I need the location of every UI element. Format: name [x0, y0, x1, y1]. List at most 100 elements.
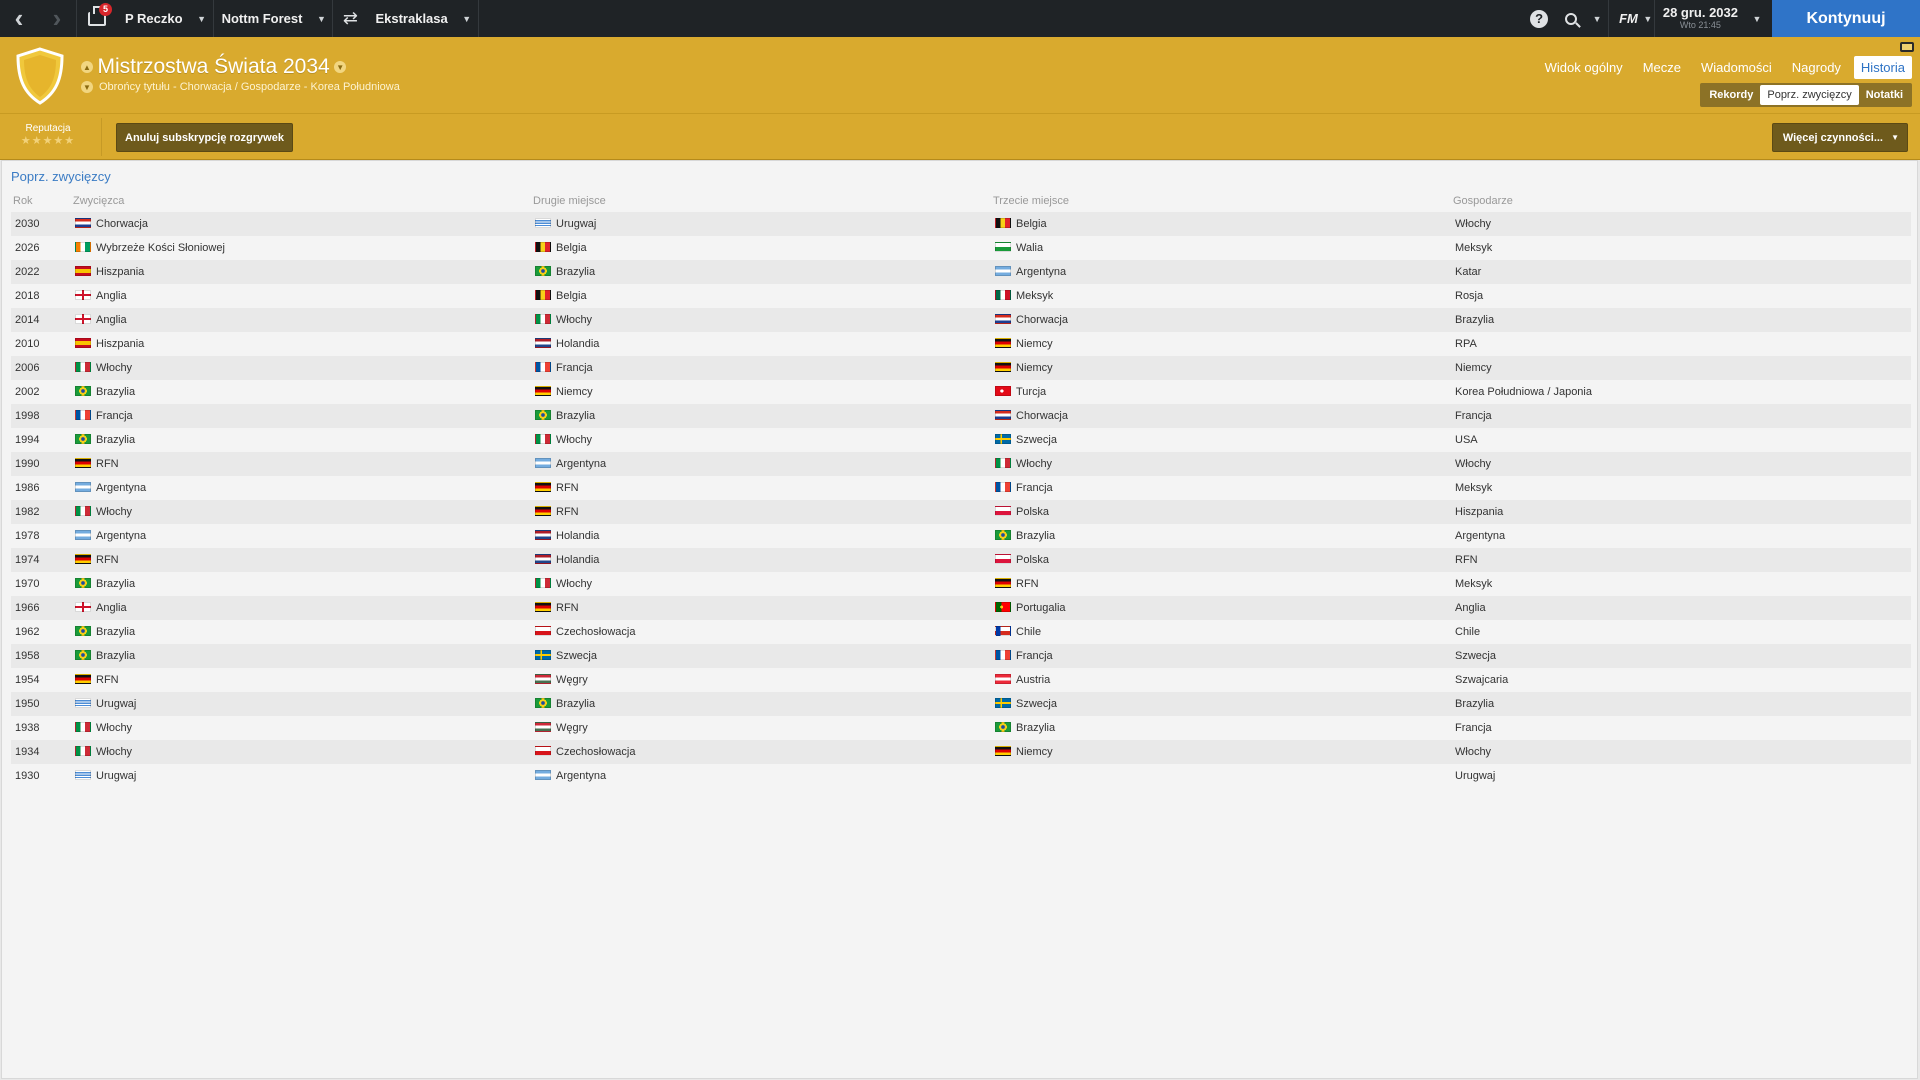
forward-arrow-icon[interactable]: ›: [38, 0, 76, 37]
table-row[interactable]: 1938 Włochy Węgry Brazylia Francja: [11, 716, 1911, 740]
winner-cell-label[interactable]: Brazylia: [96, 626, 135, 638]
second-place-cell-label[interactable]: Francja: [556, 362, 593, 374]
second-place-cell-label[interactable]: Węgry: [556, 674, 588, 686]
inbox-button[interactable]: 5: [77, 0, 117, 37]
winner-cell-label[interactable]: Włochy: [96, 746, 132, 758]
table-row[interactable]: 1934 Włochy Czechosłowacja Niemcy Włochy: [11, 740, 1911, 764]
table-row[interactable]: 2022 Hiszpania Brazylia Argentyna Katar: [11, 260, 1911, 284]
second-place-cell-label[interactable]: Brazylia: [556, 698, 595, 710]
second-place-cell-label[interactable]: Holandia: [556, 554, 599, 566]
winner-cell-label[interactable]: Anglia: [96, 602, 127, 614]
table-row[interactable]: 1930 Urugwaj Argentyna Urugwaj: [11, 764, 1911, 788]
more-actions-button[interactable]: Więcej czynności... ▼: [1771, 123, 1908, 152]
second-place-cell-label[interactable]: Brazylia: [556, 266, 595, 278]
third-place-cell-label[interactable]: Szwecja: [1016, 434, 1057, 446]
winner-cell-label[interactable]: Brazylia: [96, 578, 135, 590]
winner-cell-label[interactable]: Brazylia: [96, 650, 135, 662]
third-place-cell-label[interactable]: Argentyna: [1016, 266, 1066, 278]
search-icon[interactable]: [1556, 0, 1586, 37]
tab-overview[interactable]: Widok ogólny: [1538, 56, 1630, 79]
winner-cell-label[interactable]: Chorwacja: [96, 218, 148, 230]
third-place-cell-label[interactable]: Francja: [1016, 650, 1053, 662]
subtab-notes[interactable]: Notatki: [1859, 85, 1910, 105]
winner-cell-label[interactable]: Argentyna: [96, 530, 146, 542]
table-row[interactable]: 1978 Argentyna Holandia Brazylia Argentyna: [11, 524, 1911, 548]
back-arrow-icon[interactable]: ‹: [0, 0, 38, 37]
winner-cell-label[interactable]: Wybrzeże Kości Słoniowej: [96, 242, 225, 254]
second-place-cell-label[interactable]: Argentyna: [556, 458, 606, 470]
third-place-cell-label[interactable]: Walia: [1016, 242, 1043, 254]
third-place-cell-label[interactable]: Meksyk: [1016, 290, 1053, 302]
third-place-cell-label[interactable]: Austria: [1016, 674, 1050, 686]
table-row[interactable]: 1998 Francja Brazylia Chorwacja Francja: [11, 404, 1911, 428]
table-row[interactable]: 1970 Brazylia Włochy RFN Meksyk: [11, 572, 1911, 596]
third-place-cell-label[interactable]: Chile: [1016, 626, 1041, 638]
date-chevron-icon[interactable]: ▼: [1746, 0, 1768, 37]
winner-cell-label[interactable]: Brazylia: [96, 386, 135, 398]
second-place-cell-label[interactable]: Brazylia: [556, 410, 595, 422]
table-row[interactable]: 1990 RFN Argentyna Włochy Włochy: [11, 452, 1911, 476]
second-place-cell-label[interactable]: Holandia: [556, 338, 599, 350]
previous-competition-icon[interactable]: ▲: [81, 61, 93, 73]
tab-news[interactable]: Wiadomości: [1694, 56, 1779, 79]
unsubscribe-button[interactable]: Anuluj subskrypcję rozgrywek: [116, 123, 293, 152]
manager-profile-link[interactable]: P Reczko: [117, 0, 191, 37]
second-place-cell-label[interactable]: Włochy: [556, 314, 592, 326]
second-place-cell-label[interactable]: Niemcy: [556, 386, 593, 398]
table-row[interactable]: 2030 Chorwacja Urugwaj Belgia Włochy: [11, 212, 1911, 236]
table-row[interactable]: 2002 Brazylia Niemcy Turcja Korea Południowa…: [11, 380, 1911, 404]
column-header-third[interactable]: Trzecie miejsce: [991, 190, 1451, 212]
third-place-cell-label[interactable]: RFN: [1016, 578, 1039, 590]
winner-cell-label[interactable]: Francja: [96, 410, 133, 422]
table-row[interactable]: 1962 Brazylia Czechosłowacja Chile Chile: [11, 620, 1911, 644]
third-place-cell-label[interactable]: Polska: [1016, 506, 1049, 518]
third-place-cell-label[interactable]: Niemcy: [1016, 746, 1053, 758]
tab-matches[interactable]: Mecze: [1636, 56, 1688, 79]
league-menu-chevron-icon[interactable]: ▼: [456, 0, 478, 37]
subtab-past-winners[interactable]: Poprz. zwycięzcy: [1760, 85, 1859, 105]
table-row[interactable]: 1950 Urugwaj Brazylia Szwecja Brazylia: [11, 692, 1911, 716]
winner-cell-label[interactable]: Hiszpania: [96, 338, 144, 350]
second-place-cell-label[interactable]: Argentyna: [556, 770, 606, 782]
switch-icon[interactable]: ⇄: [333, 0, 367, 37]
table-row[interactable]: 1954 RFN Węgry Austria Szwajcaria: [11, 668, 1911, 692]
winner-cell-label[interactable]: RFN: [96, 458, 119, 470]
league-link[interactable]: Ekstraklasa: [367, 0, 455, 37]
column-header-year[interactable]: Rok: [11, 190, 71, 212]
club-menu-chevron-icon[interactable]: ▼: [310, 0, 332, 37]
third-place-cell-label[interactable]: Turcja: [1016, 386, 1046, 398]
fm-menu-chevron-icon[interactable]: ▼: [1642, 0, 1654, 37]
continue-button[interactable]: Kontynuuj: [1772, 0, 1920, 37]
third-place-cell-label[interactable]: Brazylia: [1016, 530, 1055, 542]
second-place-cell-label[interactable]: Węgry: [556, 722, 588, 734]
winner-cell-label[interactable]: Hiszpania: [96, 266, 144, 278]
fm-menu-logo[interactable]: FM: [1609, 11, 1642, 26]
second-place-cell-label[interactable]: RFN: [556, 506, 579, 518]
third-place-cell-label[interactable]: Polska: [1016, 554, 1049, 566]
search-chevron-icon[interactable]: ▼: [1586, 0, 1608, 37]
column-header-winner[interactable]: Zwycięzca: [71, 190, 531, 212]
game-date[interactable]: 28 gru. 2032 Wto 21:45: [1655, 6, 1746, 30]
winner-cell-label[interactable]: Włochy: [96, 722, 132, 734]
help-icon[interactable]: ?: [1530, 9, 1549, 28]
second-place-cell-label[interactable]: Czechosłowacja: [556, 746, 635, 758]
tab-awards[interactable]: Nagrody: [1785, 56, 1848, 79]
second-place-cell-label[interactable]: Belgia: [556, 242, 587, 254]
next-competition-icon[interactable]: ▼: [81, 81, 93, 94]
second-place-cell-label[interactable]: Urugwaj: [556, 218, 596, 230]
table-row[interactable]: 2010 Hiszpania Holandia Niemcy RPA: [11, 332, 1911, 356]
table-row[interactable]: 1958 Brazylia Szwecja Francja Szwecja: [11, 644, 1911, 668]
second-place-cell-label[interactable]: RFN: [556, 482, 579, 494]
table-row[interactable]: 1966 Anglia RFN Portugalia Anglia: [11, 596, 1911, 620]
third-place-cell-label[interactable]: Chorwacja: [1016, 314, 1068, 326]
second-place-cell-label[interactable]: Czechosłowacja: [556, 626, 635, 638]
table-row[interactable]: 2006 Włochy Francja Niemcy Niemcy: [11, 356, 1911, 380]
third-place-cell-label[interactable]: Niemcy: [1016, 338, 1053, 350]
winner-cell-label[interactable]: Brazylia: [96, 434, 135, 446]
winner-cell-label[interactable]: Urugwaj: [96, 770, 136, 782]
second-place-cell-label[interactable]: Szwecja: [556, 650, 597, 662]
table-row[interactable]: 1986 Argentyna RFN Francja Meksyk: [11, 476, 1911, 500]
club-link[interactable]: Nottm Forest: [214, 0, 311, 37]
second-place-cell-label[interactable]: Włochy: [556, 578, 592, 590]
winner-cell-label[interactable]: Anglia: [96, 314, 127, 326]
